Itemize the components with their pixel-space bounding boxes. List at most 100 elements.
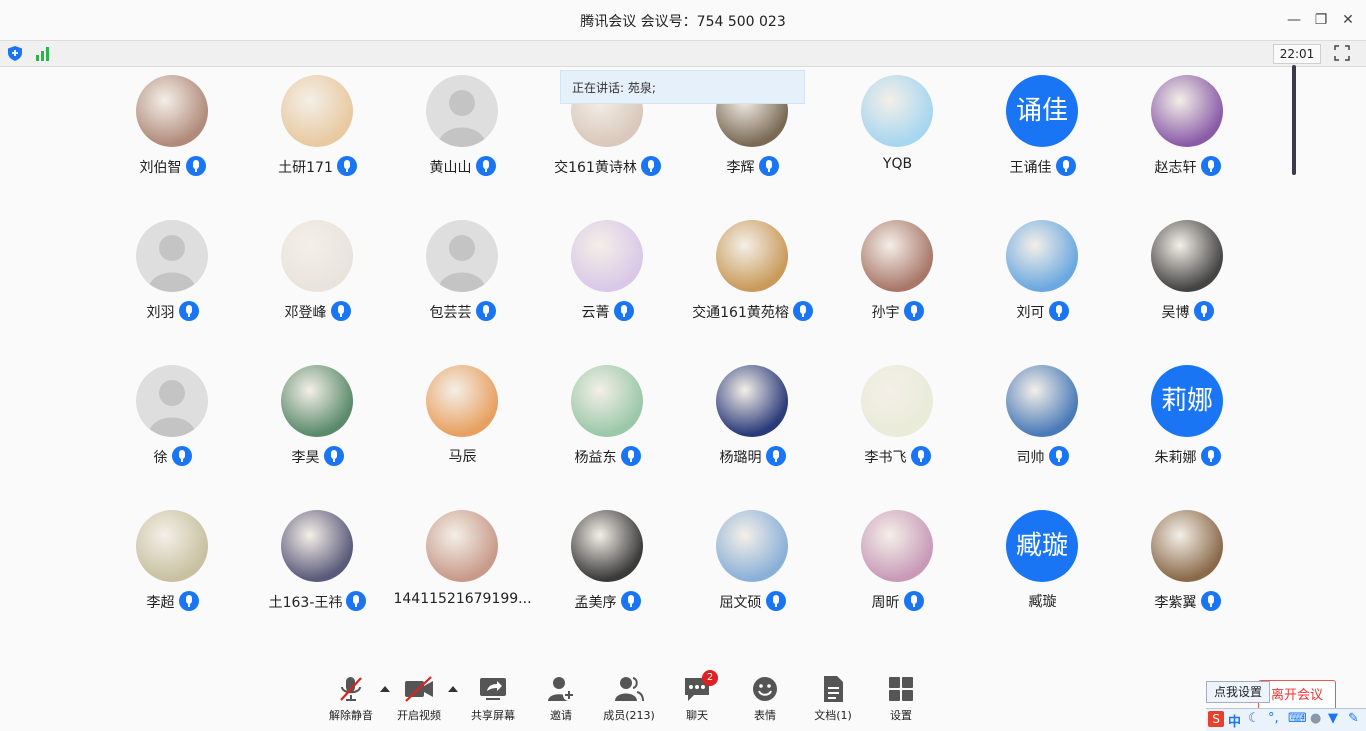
avatar: [1151, 510, 1223, 582]
participant-name: 马辰: [390, 446, 535, 466]
participant-tile[interactable]: 邓登峰: [245, 210, 390, 355]
participant-name-text: 黄山山: [429, 160, 472, 176]
toolbar-label: 开启视频: [397, 709, 441, 722]
settings-button[interactable]: 设置: [886, 675, 916, 725]
chat-button[interactable]: 2 聊天: [682, 670, 718, 725]
status-bar: 22:01: [0, 40, 1366, 67]
participant-name: 王诵佳: [970, 156, 1115, 177]
participant-name-text: 赵志轩: [1154, 160, 1197, 176]
mic-icon: [323, 446, 344, 466]
avatar: [861, 365, 933, 437]
restore-button[interactable]: ❐: [1311, 10, 1331, 30]
participant-name: 朱莉娜: [1115, 446, 1260, 467]
invite-button[interactable]: 邀请: [546, 675, 576, 725]
audio-options-caret[interactable]: [380, 686, 390, 692]
participant-name-text: 交通161黄苑榕: [692, 305, 789, 321]
mic-icon: [1048, 446, 1069, 466]
participant-tile[interactable]: 孙宇: [825, 210, 970, 355]
participant-tile[interactable]: 周昕: [825, 500, 970, 645]
ime-logo-icon[interactable]: S: [1208, 711, 1224, 727]
participant-tile[interactable]: 李紫翼: [1115, 500, 1260, 645]
participant-name-text: 徐: [153, 450, 168, 466]
unmute-button[interactable]: 解除静音: [329, 675, 373, 725]
toolbar-label: 设置: [890, 709, 912, 722]
mic-icon: [178, 591, 199, 611]
participant-name-text: 土163-王祎: [268, 595, 343, 611]
participant-tile[interactable]: 臧璇 臧璇: [970, 500, 1115, 645]
members-button[interactable]: 成员(213): [603, 675, 655, 725]
participant-name-text: 云菁: [581, 305, 610, 321]
participant-tile[interactable]: 诵佳 王诵佳: [970, 65, 1115, 210]
participant-name-text: 交161黄诗林: [554, 160, 637, 176]
participant-tile[interactable]: 徐: [100, 355, 245, 500]
avatar: [1151, 75, 1223, 147]
participant-tile[interactable]: 14411521679199...: [390, 500, 535, 645]
participant-tile[interactable]: 云菁: [535, 210, 680, 355]
participant-tile[interactable]: 李昊: [245, 355, 390, 500]
participant-tile[interactable]: 刘羽: [100, 210, 245, 355]
emoji-button[interactable]: 表情: [750, 675, 780, 725]
toolbar-label: 邀请: [550, 709, 572, 722]
settings-tooltip[interactable]: 点我设置: [1206, 681, 1270, 703]
participant-name: 司帅: [970, 446, 1115, 467]
participant-name-text: 李紫翼: [1154, 595, 1197, 611]
participant-tile[interactable]: 司帅: [970, 355, 1115, 500]
participant-tile[interactable]: 杨璐明: [680, 355, 825, 500]
tools-icon[interactable]: ✎: [1348, 711, 1359, 726]
participant-name: 徐: [100, 446, 245, 467]
participant-tile[interactable]: 屈文硕: [680, 500, 825, 645]
participant-tile[interactable]: 黄山山: [390, 65, 535, 210]
avatar: [861, 75, 933, 147]
user-icon[interactable]: ●: [1310, 711, 1321, 726]
mic-icon: [910, 446, 931, 466]
start-video-button[interactable]: 开启视频: [397, 675, 441, 725]
signal-icon[interactable]: [35, 46, 51, 61]
skin-icon[interactable]: ▼: [1328, 711, 1338, 726]
keyboard-icon[interactable]: ⌨: [1288, 711, 1307, 726]
punctuation-icon[interactable]: °,: [1268, 711, 1279, 726]
scrollbar[interactable]: [1292, 65, 1296, 175]
participant-name: 屈文硕: [680, 591, 825, 612]
share-screen-button[interactable]: 共享屏幕: [471, 675, 515, 725]
avatar: [136, 75, 208, 147]
participant-tile[interactable]: 刘伯智: [100, 65, 245, 210]
participant-tile[interactable]: 土研171: [245, 65, 390, 210]
avatar: [426, 365, 498, 437]
participant-tile[interactable]: 赵志轩: [1115, 65, 1260, 210]
participant-name: 刘羽: [100, 301, 245, 322]
participant-tile[interactable]: 刘可: [970, 210, 1115, 355]
participant-name: 李超: [100, 591, 245, 612]
ime-language[interactable]: 中: [1228, 711, 1241, 730]
participant-tile[interactable]: 交通161黄苑榕: [680, 210, 825, 355]
moon-icon[interactable]: ☾: [1248, 711, 1260, 726]
avatar: [281, 365, 353, 437]
participant-tile[interactable]: YQB: [825, 65, 970, 210]
participant-tile[interactable]: 莉娜 朱莉娜: [1115, 355, 1260, 500]
window-title: 腾讯会议 会议号：754 500 023: [580, 14, 786, 30]
document-icon: [824, 676, 843, 702]
participant-tile[interactable]: 包芸芸: [390, 210, 535, 355]
participant-name-text: 李昊: [291, 450, 320, 466]
participant-name: 云菁: [535, 301, 680, 322]
avatar: 诵佳: [1006, 75, 1078, 147]
participant-tile[interactable]: 李书飞: [825, 355, 970, 500]
minimize-button[interactable]: —: [1284, 10, 1304, 30]
participant-tile[interactable]: 孟美序: [535, 500, 680, 645]
fullscreen-icon[interactable]: [1334, 45, 1350, 61]
avatar: [426, 510, 498, 582]
participant-tile[interactable]: 土163-王祎: [245, 500, 390, 645]
participant-name-text: 孟美序: [574, 595, 617, 611]
invite-icon: [548, 677, 575, 701]
shield-icon[interactable]: [8, 46, 22, 61]
participant-tile[interactable]: 马辰: [390, 355, 535, 500]
participant-tile[interactable]: 杨益东: [535, 355, 680, 500]
participant-name: 杨益东: [535, 446, 680, 467]
video-options-caret[interactable]: [448, 686, 458, 692]
close-button[interactable]: ✕: [1338, 10, 1358, 30]
participant-tile[interactable]: 李超: [100, 500, 245, 645]
ime-toolbar: S 中 ☾ °, ⌨ ● ▼ ✎: [1206, 708, 1366, 731]
mic-icon: [336, 156, 357, 176]
document-button[interactable]: 文档(1): [814, 675, 852, 725]
avatar: [716, 510, 788, 582]
participant-tile[interactable]: 吴博: [1115, 210, 1260, 355]
